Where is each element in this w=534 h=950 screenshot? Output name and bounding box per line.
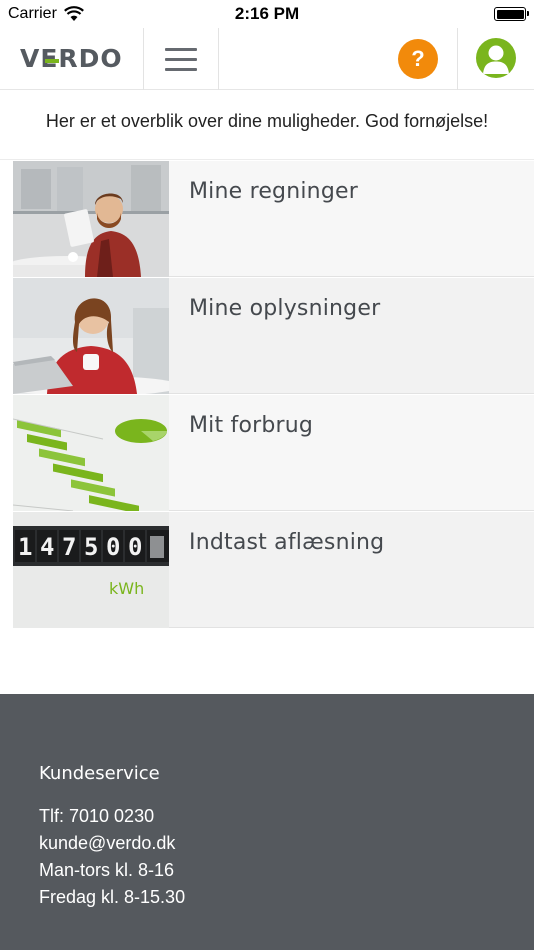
intro-banner: Her er et overblik over dine muligheder.… <box>0 91 534 160</box>
man-with-tablet-photo <box>13 161 169 277</box>
svg-text:7: 7 <box>62 533 76 561</box>
user-icon <box>483 45 509 74</box>
footer-hours-friday: Fredag kl. 8-15.30 <box>39 887 186 907</box>
hamburger-line <box>165 47 197 51</box>
menu-item-indtast-aflaesning[interactable]: 1 4 7 5 0 0 kWh Indtast aflæsning <box>13 512 534 628</box>
hamburger-line <box>165 57 197 61</box>
hamburger-line <box>165 67 197 71</box>
svg-text:kWh: kWh <box>109 579 144 598</box>
clock: 2:16 PM <box>234 4 300 23</box>
menu-item-label: Mine regninger <box>189 179 358 204</box>
woman-with-laptop-photo <box>13 278 169 394</box>
app-header: VERDO ? <box>0 28 534 90</box>
svg-text:5: 5 <box>84 533 98 561</box>
logo-accent-bar <box>45 59 59 63</box>
svg-text:0: 0 <box>128 533 142 561</box>
menu-item-mine-regninger[interactable]: Mine regninger <box>13 161 534 277</box>
hamburger-menu-button[interactable] <box>144 28 218 90</box>
menu-item-mine-oplysninger[interactable]: Mine oplysninger <box>13 278 534 394</box>
svg-text:0: 0 <box>106 533 120 561</box>
footer-email[interactable]: kunde@verdo.dk <box>39 833 175 854</box>
footer-hours-weekdays: Man-tors kl. 8-16 <box>39 860 175 880</box>
status-bar: Carrier 2:16 PM <box>0 0 534 28</box>
profile-button[interactable] <box>476 38 516 78</box>
footer-phone[interactable]: Tlf: 7010 0230 <box>39 806 154 827</box>
green-bar-chart-photo <box>13 395 169 511</box>
menu-item-label: Mine oplysninger <box>189 296 381 321</box>
verdo-logo[interactable]: VERDO <box>20 44 123 73</box>
help-button[interactable]: ? <box>398 39 438 79</box>
kwh-meter-photo: 1 4 7 5 0 0 kWh <box>13 512 169 628</box>
svg-text:1: 1 <box>18 533 32 561</box>
customer-service-footer: Kundeservice Tlf: 7010 0230 kunde@verdo.… <box>0 694 534 950</box>
header-divider <box>218 28 219 90</box>
footer-title: Kundeservice <box>39 763 160 784</box>
intro-text: Her er et overblik over dine muligheder.… <box>45 111 489 131</box>
menu-item-label: Indtast aflæsning <box>189 530 385 555</box>
battery-icon <box>494 7 529 21</box>
header-divider <box>457 28 458 90</box>
svg-text:4: 4 <box>40 533 54 561</box>
menu-item-mit-forbrug[interactable]: Mit forbrug <box>13 395 534 511</box>
menu-item-label: Mit forbrug <box>189 413 314 438</box>
